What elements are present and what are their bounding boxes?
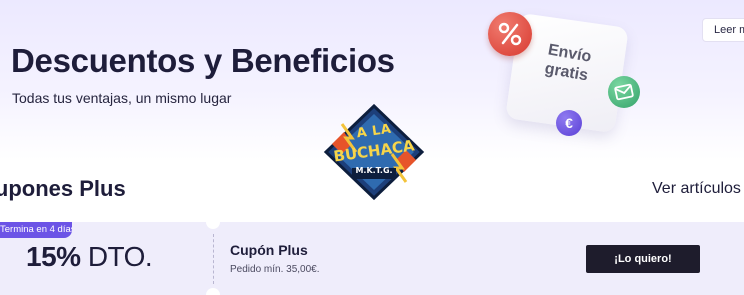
coupon-min-order: Pedido mín. 35,00€.	[230, 264, 320, 275]
logo-wordmark: A LA BUCHACA M.K.T.G.	[322, 104, 426, 202]
page-title: Descuentos y Beneficios	[11, 42, 395, 79]
percent-icon	[488, 12, 532, 56]
discount-suffix: DTO.	[80, 241, 153, 272]
mail-icon	[608, 76, 640, 108]
coupon-name: Cupón Plus	[230, 242, 308, 258]
coupon-card: Termina en 4 días 15% DTO. Cupón Plus Pe…	[0, 215, 744, 295]
section-title: Cupones Plus	[0, 176, 126, 201]
discount-value: 15%	[26, 241, 81, 272]
read-more-button[interactable]: Leer más	[702, 18, 744, 42]
discount-label: 15% DTO.	[26, 241, 153, 273]
logo-line-3: M.K.T.G.	[355, 166, 393, 175]
claim-coupon-button[interactable]: ¡Lo quiero!	[586, 245, 700, 273]
coupon-notch	[206, 215, 220, 229]
see-articles-link[interactable]: Ver artículos	[652, 180, 741, 198]
euro-icon: €	[556, 110, 582, 136]
coupon-divider	[213, 234, 214, 284]
page-subtitle: Todas tus ventajas, un mismo lugar	[12, 90, 232, 106]
coupon-notch	[206, 288, 220, 295]
expiry-badge: Termina en 4 días	[0, 222, 72, 238]
